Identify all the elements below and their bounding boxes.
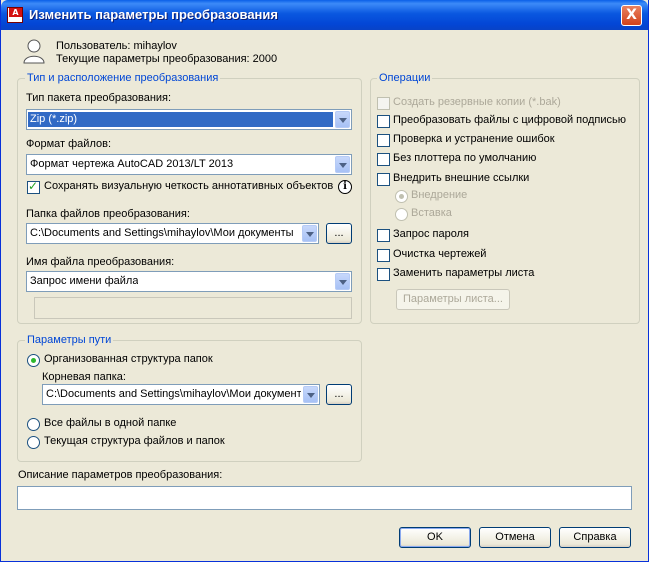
purge-label: Очистка чертежей <box>393 248 487 260</box>
backup-label: Создать резервные копии (*.bak) <box>393 96 561 108</box>
password-label: Запрос пароля <box>393 228 469 240</box>
info-icon[interactable]: i <box>338 180 352 194</box>
browse-folder-button[interactable]: ... <box>326 223 352 244</box>
user-name-text: Пользователь: mihaylov <box>56 40 177 52</box>
purge-checkbox[interactable] <box>377 249 390 262</box>
chevron-down-icon[interactable] <box>302 225 317 242</box>
folder-label: Папка файлов преобразования: <box>26 208 190 220</box>
chevron-down-icon[interactable] <box>335 156 350 173</box>
description-input[interactable] <box>17 486 632 510</box>
chevron-down-icon[interactable] <box>335 273 350 290</box>
chevron-down-icon[interactable] <box>303 386 318 403</box>
file-format-select[interactable]: Формат чертежа AutoCAD 2013/LT 2013 <box>26 154 352 175</box>
autocad-app-icon: A <box>7 7 23 23</box>
root-folder-select[interactable]: C:\Documents and Settings\mihaylov\Мои д… <box>42 384 320 405</box>
filename-input[interactable] <box>34 297 352 319</box>
no-plotter-checkbox[interactable] <box>377 153 390 166</box>
current-structure-radio[interactable] <box>27 436 40 449</box>
package-type-select[interactable]: Zip (*.zip) <box>26 109 352 130</box>
type-location-group-title: Тип и расположение преобразования <box>25 72 221 84</box>
folder-value: C:\Documents and Settings\mihaylov\Мои д… <box>30 227 294 239</box>
audit-checkbox[interactable] <box>377 134 390 147</box>
insert-label: Вставка <box>411 207 452 219</box>
digital-signature-checkbox[interactable] <box>377 115 390 128</box>
organized-folder-label: Организованная структура папок <box>44 353 213 365</box>
close-button[interactable]: X <box>621 5 642 26</box>
path-options-group-title: Параметры пути <box>25 334 114 346</box>
file-format-label: Формат файлов: <box>26 138 112 150</box>
user-icon <box>23 39 45 64</box>
description-label: Описание параметров преобразования: <box>18 469 223 481</box>
package-type-label: Тип пакета преобразования: <box>26 92 172 104</box>
file-format-value: Формат чертежа AutoCAD 2013/LT 2013 <box>30 158 234 170</box>
replace-page-setups-label: Заменить параметры листа <box>393 267 535 279</box>
package-type-value: Zip (*.zip) <box>28 112 333 127</box>
all-one-folder-radio[interactable] <box>27 418 40 431</box>
ok-button[interactable]: OK <box>399 527 471 548</box>
folder-select[interactable]: C:\Documents and Settings\mihaylov\Мои д… <box>26 223 319 244</box>
filename-value: Запрос имени файла <box>30 275 139 287</box>
replace-page-setups-checkbox[interactable] <box>377 268 390 281</box>
insert-radio[interactable] <box>395 208 408 221</box>
help-button[interactable]: Справка <box>559 527 631 548</box>
conversion-settings-dialog: A Изменить параметры преобразования X По… <box>0 0 649 562</box>
page-setups-button[interactable]: Параметры листа... <box>396 289 510 310</box>
chevron-down-icon[interactable] <box>335 111 350 128</box>
operations-group-title: Операции <box>377 72 433 84</box>
bind-radio[interactable] <box>395 190 408 203</box>
all-one-folder-label: Все файлы в одной папке <box>44 417 177 429</box>
filename-label: Имя файла преобразования: <box>26 256 175 268</box>
bind-xrefs-checkbox[interactable] <box>377 173 390 186</box>
root-folder-label: Корневая папка: <box>42 371 126 383</box>
bind-label: Внедрение <box>411 189 468 201</box>
annotative-checkbox[interactable] <box>27 179 40 194</box>
title-bar[interactable]: A Изменить параметры преобразования X <box>1 0 648 30</box>
bind-xrefs-label: Внедрить внешние ссылки <box>393 172 530 184</box>
root-folder-value: C:\Documents and Settings\mihaylov\Мои д… <box>46 388 301 400</box>
browse-root-button[interactable]: ... <box>326 384 352 405</box>
window-title: Изменить параметры преобразования <box>29 7 278 22</box>
filename-select[interactable]: Запрос имени файла <box>26 271 352 292</box>
current-setup-text: Текущие параметры преобразования: 2000 <box>56 53 278 65</box>
cancel-button[interactable]: Отмена <box>479 527 551 548</box>
backup-checkbox[interactable] <box>377 97 390 110</box>
current-structure-label: Текущая структура файлов и папок <box>44 435 225 447</box>
annotative-label: Сохранять визуальную четкость аннотативн… <box>44 180 334 192</box>
password-checkbox[interactable] <box>377 229 390 242</box>
digital-signature-label: Преобразовать файлы с цифровой подписью <box>393 114 626 126</box>
audit-label: Проверка и устранение ошибок <box>393 133 555 145</box>
organized-folder-radio[interactable] <box>27 354 40 367</box>
no-plotter-label: Без плоттера по умолчанию <box>393 152 537 164</box>
